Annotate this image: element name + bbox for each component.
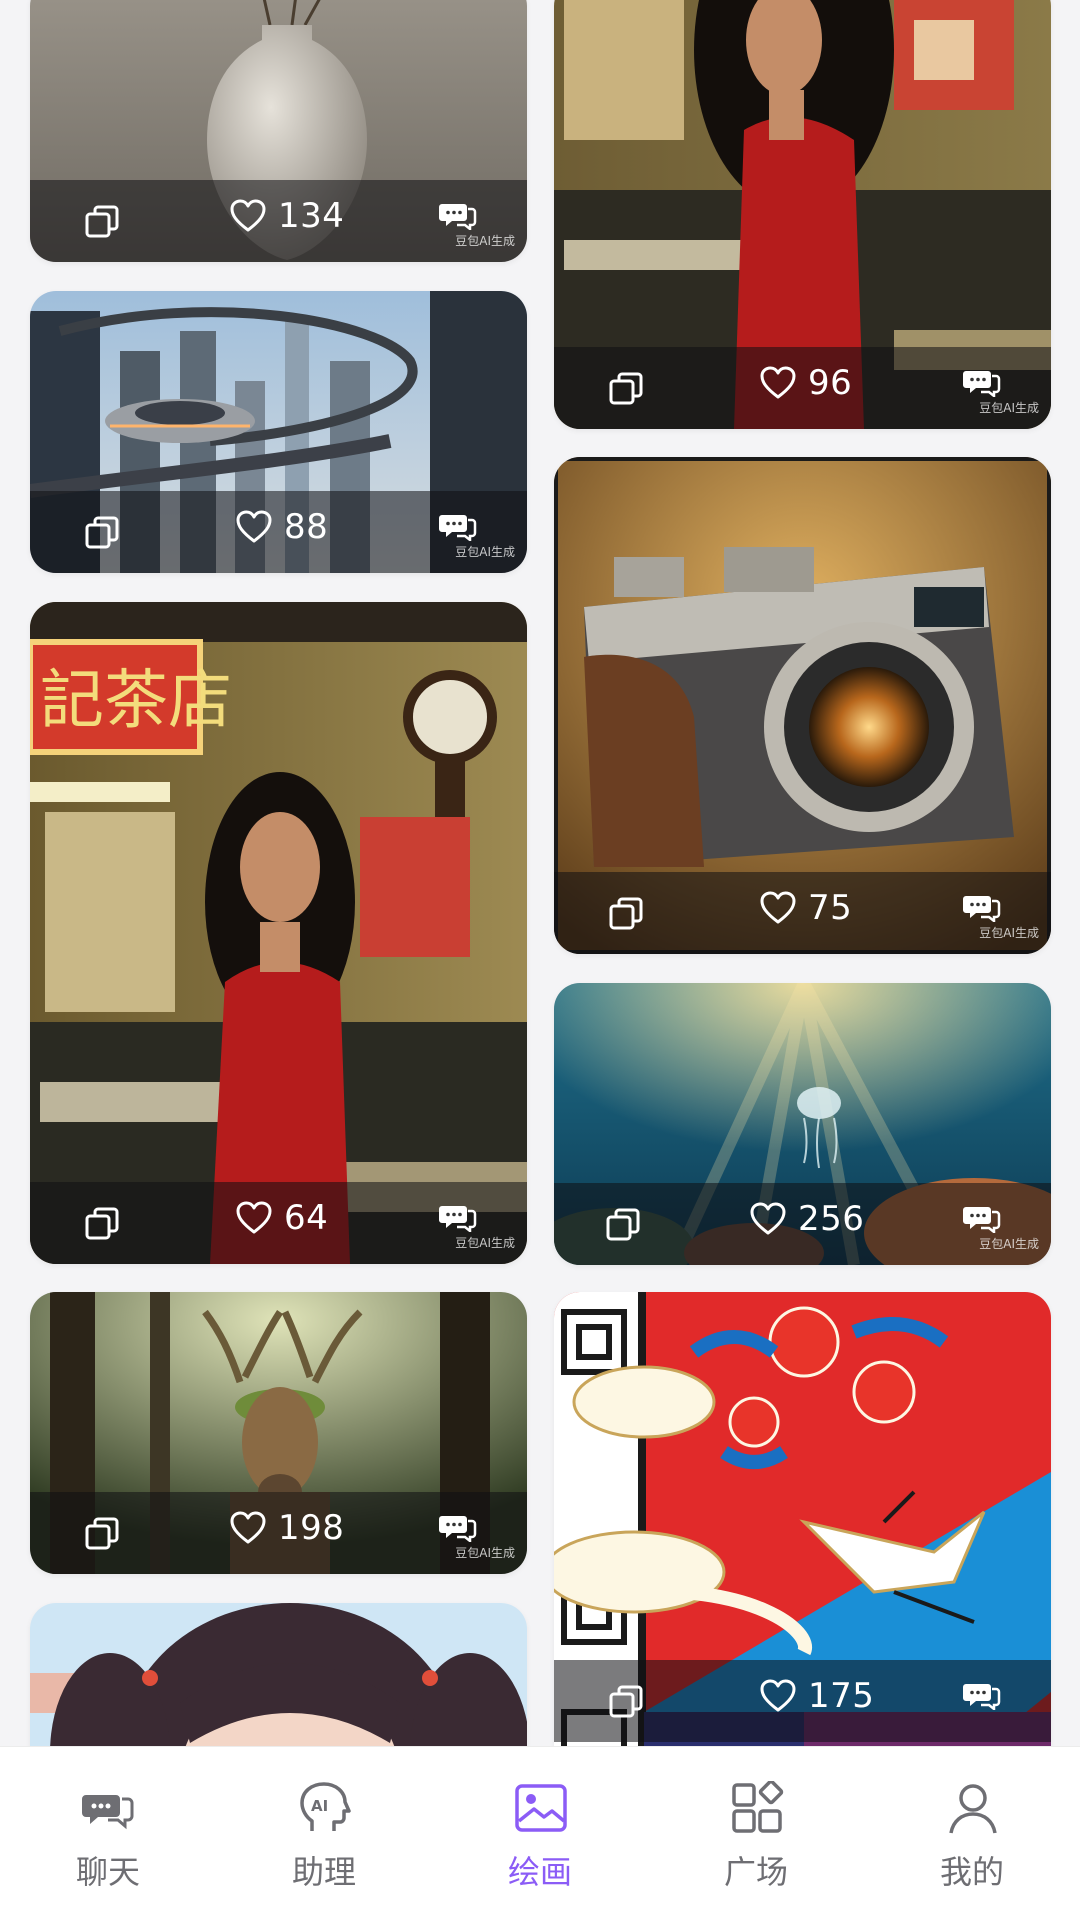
artwork-card[interactable]: 96 豆包AI生成 — [554, 0, 1051, 429]
chat-icon[interactable] — [963, 1203, 1001, 1233]
chat-icon[interactable] — [963, 367, 1001, 397]
artwork-card[interactable]: 75 豆包AI生成 — [554, 457, 1051, 954]
copy-icon[interactable] — [609, 1685, 643, 1719]
neon-sign-text: 記茶店 — [40, 664, 232, 738]
like-button[interactable]: 75 — [760, 888, 852, 928]
copy-icon[interactable] — [85, 1207, 119, 1241]
like-count: 64 — [284, 1198, 329, 1238]
grid-apps-icon — [732, 1781, 784, 1833]
artwork-card[interactable]: 175 — [554, 1292, 1051, 1746]
ai-generated-tag: 豆包AI生成 — [979, 1237, 1039, 1251]
artwork-card[interactable]: 198 豆包AI生成 — [30, 1292, 527, 1574]
like-count: 96 — [808, 363, 853, 403]
like-button[interactable]: 198 — [230, 1508, 344, 1548]
card-action-bar: 175 — [554, 1660, 1051, 1742]
chat-icon[interactable] — [963, 1680, 1001, 1710]
like-button[interactable]: 64 — [236, 1198, 328, 1238]
tab-label: 助理 — [291, 1853, 356, 1891]
artwork-card[interactable]: 記茶店 64 豆包AI生成 — [30, 602, 527, 1264]
like-count: 75 — [808, 888, 853, 928]
heart-icon — [236, 510, 272, 544]
copy-icon[interactable] — [85, 1517, 119, 1551]
card-action-bar: 256 豆包AI生成 — [554, 1183, 1051, 1265]
chat-icon[interactable] — [439, 1202, 477, 1232]
artwork-card[interactable]: 88 豆包AI生成 — [30, 291, 527, 573]
ai-head-icon: AI — [300, 1782, 351, 1831]
like-button[interactable]: 256 — [750, 1199, 864, 1239]
artwork-image[interactable] — [30, 1603, 527, 1746]
painting-feed[interactable]: 134 豆包AI生成 88 豆包AI生成 記茶店 64 豆包AI生成 198 豆… — [0, 0, 1080, 1746]
tab-chat[interactable]: 聊天 — [0, 1747, 216, 1921]
artwork-card[interactable]: 134 豆包AI生成 — [30, 0, 527, 262]
chat-icon[interactable] — [439, 511, 477, 541]
like-count: 88 — [284, 507, 329, 547]
heart-icon — [230, 199, 266, 233]
artwork-card[interactable]: 256 豆包AI生成 — [554, 983, 1051, 1265]
heart-icon — [236, 1201, 272, 1235]
card-action-bar: 88 豆包AI生成 — [30, 491, 527, 573]
picture-icon — [515, 1784, 567, 1832]
chat-bubbles-icon — [82, 1795, 134, 1830]
svg-text:AI: AI — [311, 1797, 328, 1815]
tab-painting[interactable]: 绘画 — [432, 1747, 648, 1921]
tab-assistant[interactable]: AI 助理 — [216, 1747, 432, 1921]
tab-label: 广场 — [723, 1853, 788, 1891]
copy-icon[interactable] — [85, 205, 119, 239]
card-action-bar: 96 豆包AI生成 — [554, 347, 1051, 429]
tab-label: 聊天 — [75, 1853, 140, 1891]
like-count: 134 — [278, 196, 345, 236]
heart-icon — [750, 1202, 786, 1236]
tab-me[interactable]: 我的 — [864, 1747, 1080, 1921]
card-action-bar: 64 豆包AI生成 — [30, 1182, 527, 1264]
copy-icon[interactable] — [606, 1208, 640, 1242]
heart-icon — [760, 366, 796, 400]
copy-icon[interactable] — [609, 372, 643, 406]
chat-icon[interactable] — [963, 892, 1001, 922]
bottom-tab-bar: 聊天 AI 助理 绘画 广场 我的 — [0, 1746, 1080, 1921]
person-icon — [949, 1784, 997, 1834]
like-button[interactable]: 88 — [236, 507, 328, 547]
tab-label: 我的 — [939, 1853, 1004, 1891]
like-button[interactable]: 175 — [760, 1676, 874, 1716]
like-count: 256 — [798, 1199, 865, 1239]
artwork-image[interactable]: 記茶店 — [30, 602, 527, 1264]
ai-generated-tag: 豆包AI生成 — [455, 1546, 515, 1560]
tab-label: 绘画 — [507, 1853, 572, 1891]
ai-generated-tag: 豆包AI生成 — [455, 234, 515, 248]
artwork-card[interactable] — [30, 1603, 527, 1746]
copy-icon[interactable] — [609, 897, 643, 931]
like-button[interactable]: 96 — [760, 363, 852, 403]
card-action-bar: 75 豆包AI生成 — [554, 872, 1051, 954]
ai-generated-tag: 豆包AI生成 — [979, 401, 1039, 415]
heart-icon — [760, 1679, 796, 1713]
card-action-bar: 198 豆包AI生成 — [30, 1492, 527, 1574]
heart-icon — [760, 891, 796, 925]
like-count: 175 — [808, 1676, 875, 1716]
like-count: 198 — [278, 1508, 345, 1548]
ai-generated-tag: 豆包AI生成 — [979, 926, 1039, 940]
card-action-bar: 134 豆包AI生成 — [30, 180, 527, 262]
chat-icon[interactable] — [439, 200, 477, 230]
heart-icon — [230, 1511, 266, 1545]
chat-icon[interactable] — [439, 1512, 477, 1542]
copy-icon[interactable] — [85, 516, 119, 550]
tab-plaza[interactable]: 广场 — [648, 1747, 864, 1921]
ai-generated-tag: 豆包AI生成 — [455, 1236, 515, 1250]
ai-generated-tag: 豆包AI生成 — [455, 545, 515, 559]
like-button[interactable]: 134 — [230, 196, 344, 236]
